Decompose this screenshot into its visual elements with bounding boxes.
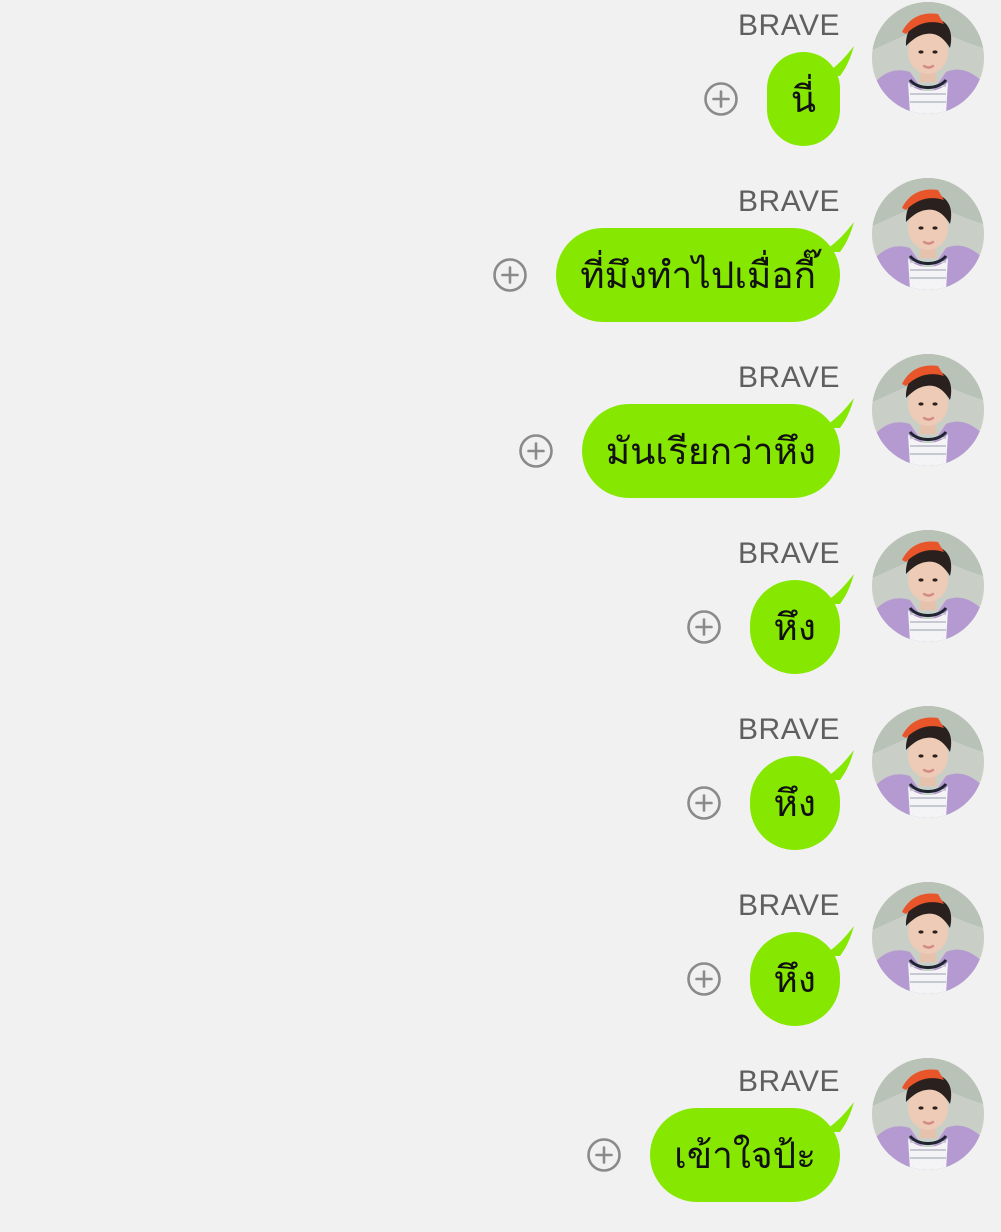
bubble-tail: [820, 46, 854, 76]
message-row: มันเรียกว่าหึง: [518, 398, 854, 498]
plus-circle-icon[interactable]: [703, 81, 739, 117]
avatar[interactable]: [872, 1058, 984, 1170]
avatar-image: [872, 2, 984, 114]
sender-name: BRAVE: [738, 185, 840, 218]
bubble-tail: [820, 222, 854, 252]
message-bubble[interactable]: หึง: [749, 750, 854, 850]
plus-circle-icon[interactable]: [686, 961, 722, 997]
plus-circle-icon[interactable]: [686, 785, 722, 821]
avatar-image: [872, 178, 984, 290]
message-row: นี่: [703, 46, 854, 146]
message-text: นี่: [790, 77, 816, 121]
avatar[interactable]: [872, 2, 984, 114]
message-bubble[interactable]: หึง: [749, 574, 854, 674]
avatar-image: [872, 1058, 984, 1170]
plus-circle-icon[interactable]: [686, 609, 722, 645]
sender-name: BRAVE: [738, 537, 840, 570]
chat-message: BRAVE นี่: [0, 0, 1001, 176]
chat-message: BRAVE หึง: [0, 704, 1001, 880]
bubble-tail: [820, 1102, 854, 1132]
message-row: หึง: [686, 574, 854, 674]
bubble-tail: [820, 574, 854, 604]
message-text: หึง: [773, 605, 816, 649]
avatar[interactable]: [872, 178, 984, 290]
plus-circle-icon[interactable]: [586, 1137, 622, 1173]
bubble-tail: [820, 926, 854, 956]
avatar-image: [872, 882, 984, 994]
message-bubble[interactable]: มันเรียกว่าหึง: [581, 398, 854, 498]
avatar-image: [872, 706, 984, 818]
bubble-tail: [820, 398, 854, 428]
message-row: หึง: [686, 750, 854, 850]
chat-thread: BRAVE นี่ BRAVE ที่มึงทำไปเมื่อกี๊ BRAVE: [0, 0, 1001, 1202]
message-bubble[interactable]: ที่มึงทำไปเมื่อกี๊: [556, 222, 854, 322]
sender-name: BRAVE: [738, 713, 840, 746]
plus-circle-icon[interactable]: [492, 257, 528, 293]
avatar[interactable]: [872, 530, 984, 642]
message-text: หึง: [773, 781, 816, 825]
plus-circle-icon[interactable]: [518, 433, 554, 469]
chat-message: BRAVE หึง: [0, 880, 1001, 1056]
message-row: ที่มึงทำไปเมื่อกี๊: [492, 222, 854, 322]
avatar[interactable]: [872, 882, 984, 994]
message-bubble[interactable]: นี่: [766, 46, 854, 146]
message-text: หึง: [773, 957, 816, 1001]
sender-name: BRAVE: [738, 1065, 840, 1098]
chat-message: BRAVE ที่มึงทำไปเมื่อกี๊: [0, 176, 1001, 352]
sender-name: BRAVE: [738, 361, 840, 394]
message-row: เข้าใจป้ะ: [586, 1102, 854, 1202]
avatar[interactable]: [872, 706, 984, 818]
chat-message: BRAVE เข้าใจป้ะ: [0, 1056, 1001, 1232]
message-text: มันเรียกว่าหึง: [605, 429, 816, 473]
bubble-tail: [820, 750, 854, 780]
chat-message: BRAVE มันเรียกว่าหึง: [0, 352, 1001, 528]
sender-name: BRAVE: [738, 889, 840, 922]
chat-message: BRAVE หึง: [0, 528, 1001, 704]
message-bubble[interactable]: หึง: [749, 926, 854, 1026]
message-text: เข้าใจป้ะ: [674, 1133, 816, 1177]
message-bubble[interactable]: เข้าใจป้ะ: [650, 1102, 854, 1202]
avatar-image: [872, 530, 984, 642]
avatar[interactable]: [872, 354, 984, 466]
message-row: หึง: [686, 926, 854, 1026]
avatar-image: [872, 354, 984, 466]
sender-name: BRAVE: [738, 9, 840, 42]
message-text: ที่มึงทำไปเมื่อกี๊: [580, 253, 816, 297]
